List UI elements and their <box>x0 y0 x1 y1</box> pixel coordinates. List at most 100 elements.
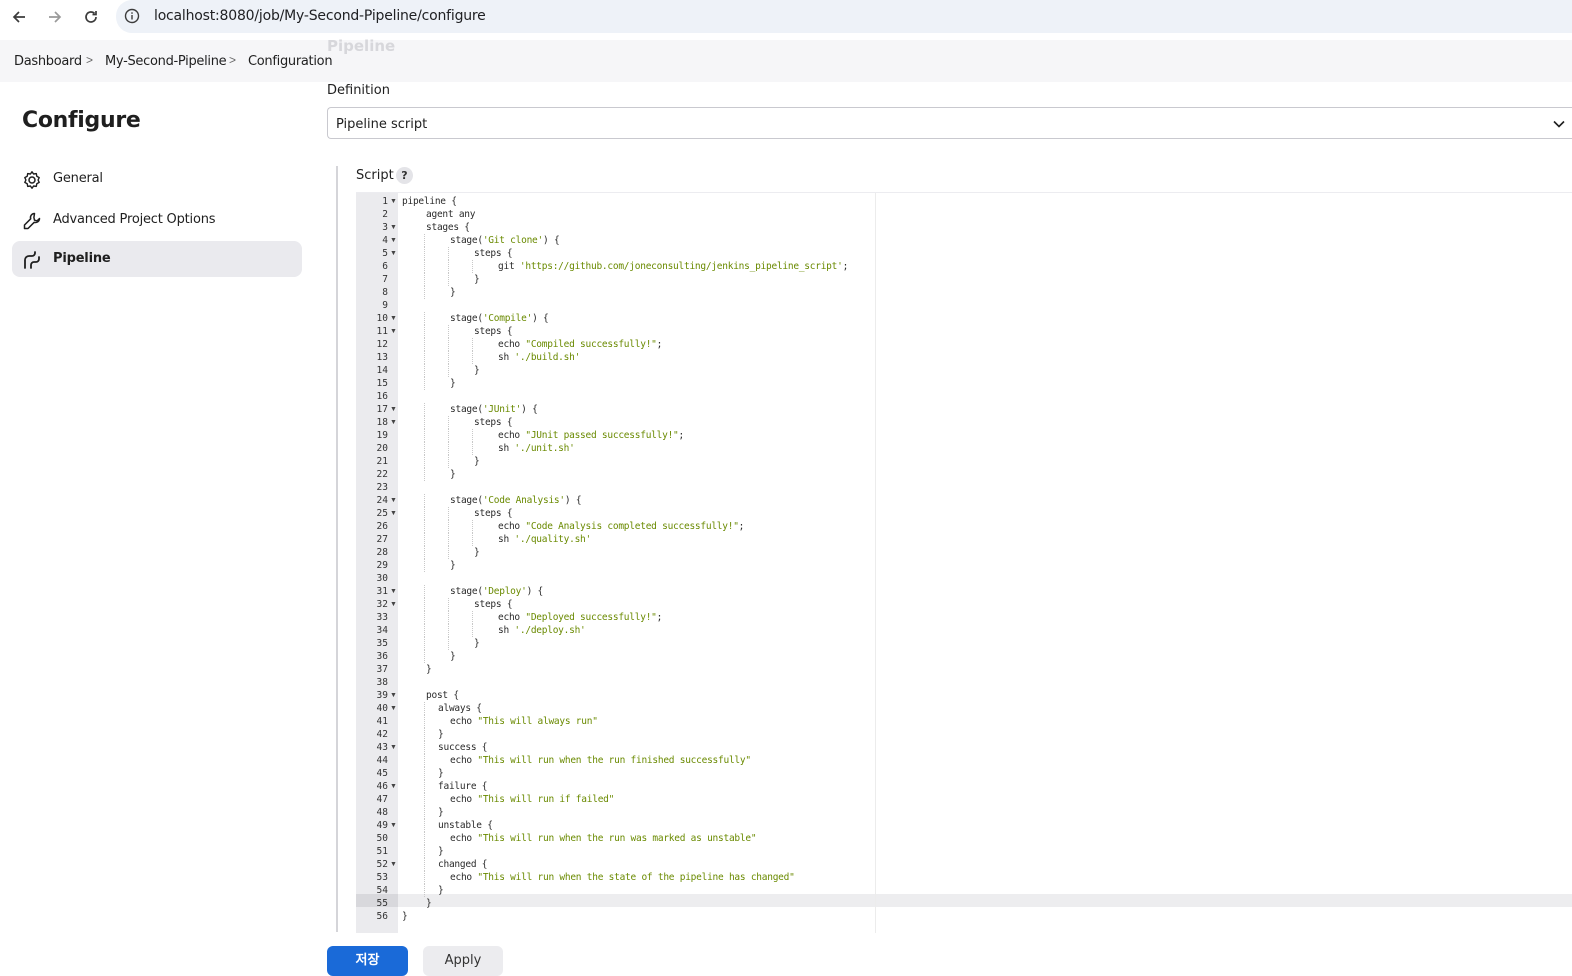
code-line[interactable]: 51} <box>356 845 1572 858</box>
code-line[interactable]: 32 ▼ steps { <box>356 598 1572 611</box>
fold-toggle-icon[interactable]: ▼ <box>390 416 397 429</box>
code-line[interactable]: 53 echo "This will run when the state of … <box>356 871 1572 884</box>
code-line[interactable]: 2 agent any <box>356 208 1572 221</box>
code-lines[interactable]: 1 ▼ pipeline {2 agent any 3 ▼ stages {4 ▼ stage(… <box>356 195 1572 923</box>
code-line[interactable]: 52 ▼ changed { <box>356 858 1572 871</box>
code-line[interactable]: 36} <box>356 650 1572 663</box>
save-button[interactable]: 저장 <box>327 946 408 976</box>
code-line[interactable]: 50 echo "This will run when the run was m… <box>356 832 1572 845</box>
sidebar-item-pipeline[interactable]: Pipeline <box>12 241 302 277</box>
code-line[interactable]: 35} <box>356 637 1572 650</box>
code-line[interactable]: 49 ▼ unstable { <box>356 819 1572 832</box>
code-line[interactable]: 54} <box>356 884 1572 897</box>
fold-toggle-icon[interactable]: ▼ <box>390 247 397 260</box>
info-icon[interactable] <box>124 8 140 24</box>
code-line[interactable]: 19 echo "JUnit passed successfully!"; <box>356 429 1572 442</box>
fold-toggle-icon[interactable]: ▼ <box>390 780 397 793</box>
code-line[interactable]: 43 ▼ success { <box>356 741 1572 754</box>
code-line[interactable]: 48} <box>356 806 1572 819</box>
indent-guide <box>424 858 426 871</box>
indent-guide <box>448 637 450 650</box>
fold-toggle-icon[interactable]: ▼ <box>390 195 397 208</box>
code-line[interactable]: 6 git 'https://github.com/joneconsulting/… <box>356 260 1572 273</box>
line-number: 14 <box>376 365 388 376</box>
code-line[interactable]: 29} <box>356 559 1572 572</box>
code-line[interactable]: 14} <box>356 364 1572 377</box>
back-button[interactable] <box>8 6 30 28</box>
breadcrumb-dashboard[interactable]: Dashboard <box>14 54 82 69</box>
line-number: 7 <box>382 274 388 285</box>
reload-button[interactable] <box>80 6 102 28</box>
code-line[interactable]: 12 echo "Compiled successfully!"; <box>356 338 1572 351</box>
code-line[interactable]: 16 <box>356 390 1572 403</box>
fold-toggle-icon[interactable]: ▼ <box>390 702 397 715</box>
code-line[interactable]: 22} <box>356 468 1572 481</box>
line-number: 48 <box>376 807 388 818</box>
fold-toggle-icon[interactable]: ▼ <box>390 507 397 520</box>
code-line[interactable]: 38 <box>356 676 1572 689</box>
address-bar[interactable]: localhost:8080/job/My-Second-Pipeline/co… <box>116 0 1572 33</box>
code-line[interactable]: 5 ▼ steps { <box>356 247 1572 260</box>
fold-toggle-icon[interactable]: ▼ <box>390 585 397 598</box>
fold-toggle-icon[interactable]: ▼ <box>390 403 397 416</box>
fold-toggle-icon[interactable]: ▼ <box>390 689 397 702</box>
code-line[interactable]: 56} <box>356 910 1572 923</box>
code-line[interactable]: 30 <box>356 572 1572 585</box>
code-line[interactable]: 7} <box>356 273 1572 286</box>
code-line[interactable]: 55} <box>356 897 1572 910</box>
breadcrumb-separator: > <box>229 53 237 67</box>
code-line[interactable]: 18 ▼ steps { <box>356 416 1572 429</box>
code-line[interactable]: 4 ▼ stage('Git clone') { <box>356 234 1572 247</box>
definition-select[interactable]: Pipeline script <box>327 107 1572 139</box>
fold-toggle-icon[interactable]: ▼ <box>390 494 397 507</box>
code-line[interactable]: 42} <box>356 728 1572 741</box>
code-line[interactable]: 10 ▼ stage('Compile') { <box>356 312 1572 325</box>
code-line[interactable]: 26 echo "Code Analysis completed successf… <box>356 520 1572 533</box>
code-line[interactable]: 1 ▼ pipeline { <box>356 195 1572 208</box>
code-line[interactable]: 28} <box>356 546 1572 559</box>
code-line[interactable]: 15} <box>356 377 1572 390</box>
code-line[interactable]: 23 <box>356 481 1572 494</box>
sidebar-item-general[interactable]: General <box>12 161 302 197</box>
code-line[interactable]: 31 ▼ stage('Deploy') { <box>356 585 1572 598</box>
fold-toggle-icon[interactable]: ▼ <box>390 221 397 234</box>
code-line[interactable]: 11 ▼ steps { <box>356 325 1572 338</box>
apply-button[interactable]: Apply <box>423 946 503 976</box>
breadcrumb-configuration[interactable]: Configuration <box>248 54 333 69</box>
code-line[interactable]: 33 echo "Deployed successfully!"; <box>356 611 1572 624</box>
fold-toggle-icon[interactable]: ▼ <box>390 234 397 247</box>
line-number: 44 <box>376 755 388 766</box>
forward-button[interactable] <box>44 6 66 28</box>
code-text: } <box>426 898 432 909</box>
fold-toggle-icon[interactable]: ▼ <box>390 598 397 611</box>
code-line[interactable]: 25 ▼ steps { <box>356 507 1572 520</box>
code-line[interactable]: 17 ▼ stage('JUnit') { <box>356 403 1572 416</box>
script-editor[interactable]: 1 ▼ pipeline {2 agent any 3 ▼ stages {4 ▼ stage(… <box>356 192 1572 933</box>
code-line[interactable]: 20 sh './unit.sh' <box>356 442 1572 455</box>
fold-toggle-icon[interactable]: ▼ <box>390 325 397 338</box>
code-line[interactable]: 44 echo "This will run when the run finis… <box>356 754 1572 767</box>
url-text[interactable]: localhost:8080/job/My-Second-Pipeline/co… <box>154 8 486 24</box>
fold-toggle-icon[interactable]: ▼ <box>390 312 397 325</box>
fold-toggle-icon[interactable]: ▼ <box>390 819 397 832</box>
code-line[interactable]: 27 sh './quality.sh' <box>356 533 1572 546</box>
code-line[interactable]: 47 echo "This will run if failed" <box>356 793 1572 806</box>
fold-toggle-icon[interactable]: ▼ <box>390 741 397 754</box>
code-line[interactable]: 13 sh './build.sh' <box>356 351 1572 364</box>
fold-toggle-icon[interactable]: ▼ <box>390 858 397 871</box>
code-line[interactable]: 37} <box>356 663 1572 676</box>
breadcrumb-job[interactable]: My-Second-Pipeline <box>105 54 227 69</box>
code-line[interactable]: 46 ▼ failure { <box>356 780 1572 793</box>
code-line[interactable]: 8} <box>356 286 1572 299</box>
sidebar-item-advanced-project-options[interactable]: Advanced Project Options <box>12 202 302 238</box>
code-line[interactable]: 21} <box>356 455 1572 468</box>
code-line[interactable]: 3 ▼ stages { <box>356 221 1572 234</box>
code-line[interactable]: 40 ▼ always { <box>356 702 1572 715</box>
code-line[interactable]: 9 <box>356 299 1572 312</box>
code-line[interactable]: 45} <box>356 767 1572 780</box>
code-line[interactable]: 24 ▼ stage('Code Analysis') { <box>356 494 1572 507</box>
code-line[interactable]: 41 echo "This will always run" <box>356 715 1572 728</box>
code-line[interactable]: 34 sh './deploy.sh' <box>356 624 1572 637</box>
code-line[interactable]: 39 ▼ post { <box>356 689 1572 702</box>
script-help-button[interactable]: ? <box>396 167 413 184</box>
